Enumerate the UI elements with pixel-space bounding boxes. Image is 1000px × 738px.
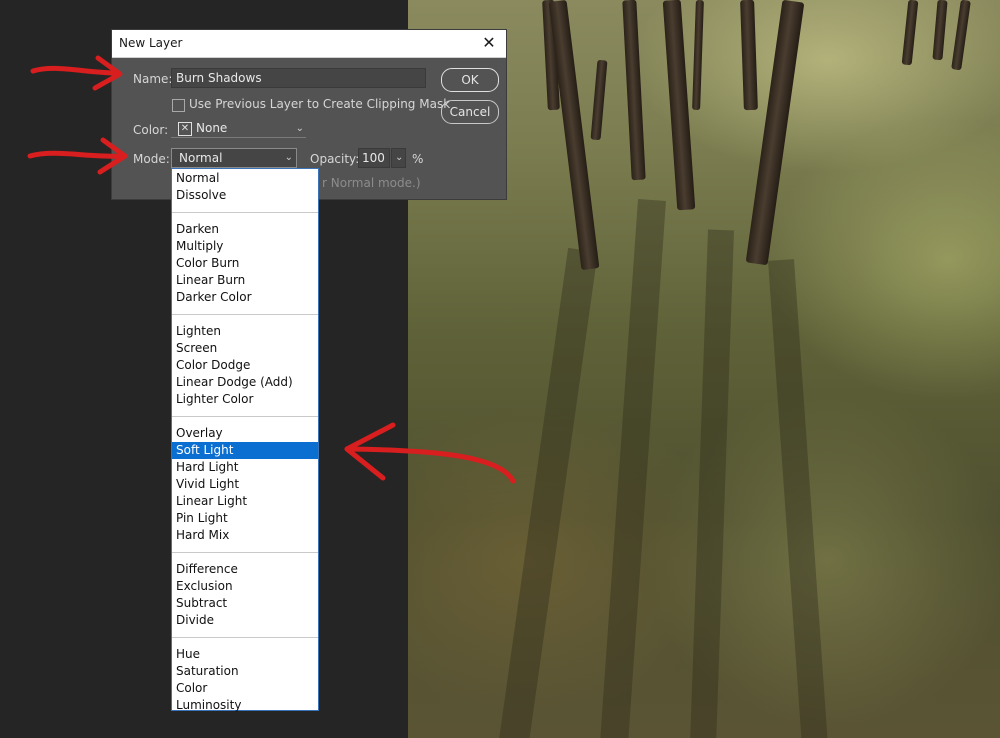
clipping-mask-checkbox[interactable] (172, 99, 185, 112)
tree-trunk (590, 59, 608, 141)
mode-option-exclusion[interactable]: Exclusion (172, 578, 318, 595)
tree-trunk (662, 0, 696, 211)
mode-option-soft-light[interactable]: Soft Light (172, 442, 318, 459)
mode-select[interactable]: Normal ⌄ (171, 148, 297, 168)
mode-option-hard-mix[interactable]: Hard Mix (172, 527, 318, 544)
tree-trunk (740, 0, 758, 111)
mode-option-hue[interactable]: Hue (172, 646, 318, 663)
mode-option-luminosity[interactable]: Luminosity (172, 697, 318, 714)
chevron-down-icon: ⌄ (295, 123, 304, 134)
mode-option-normal[interactable]: Normal (172, 170, 318, 187)
mode-option-overlay[interactable]: Overlay (172, 425, 318, 442)
mode-separator (172, 637, 318, 638)
close-icon[interactable]: ✕ (480, 34, 498, 52)
mode-option-hard-light[interactable]: Hard Light (172, 459, 318, 476)
mode-separator (172, 552, 318, 553)
color-select-value: None (196, 121, 228, 135)
mode-separator (172, 212, 318, 213)
mode-option-saturation[interactable]: Saturation (172, 663, 318, 680)
opacity-unit: % (412, 152, 424, 166)
clipping-mask-label: Use Previous Layer to Create Clipping Ma… (189, 97, 451, 111)
mode-dropdown-list: Normal Dissolve Darken Multiply Color Burn Li… (171, 168, 319, 714)
dialog-title: New Layer (119, 36, 183, 50)
mode-select-value: Normal (179, 151, 223, 165)
tree-trunk (951, 0, 971, 71)
ok-button[interactable]: OK (441, 68, 499, 92)
mode-separator (172, 416, 318, 417)
tree-shadow (498, 247, 598, 738)
mode-option-lighter-color[interactable]: Lighter Color (172, 391, 318, 408)
mode-option-color-burn[interactable]: Color Burn (172, 255, 318, 272)
mode-option-color[interactable]: Color (172, 680, 318, 697)
hint-text: r Normal mode.) (322, 176, 421, 190)
arrow-to-mode (27, 150, 127, 159)
mode-option-darker-color[interactable]: Darker Color (172, 289, 318, 306)
chevron-down-icon: ⌄ (284, 152, 293, 163)
color-select[interactable]: ✕ None ⌄ (171, 120, 306, 138)
mode-option-linear-light[interactable]: Linear Light (172, 493, 318, 510)
tree-trunk (622, 0, 646, 181)
tree-shadow (768, 259, 828, 738)
tree-trunk (692, 0, 704, 111)
mode-option-linear-dodge-add[interactable]: Linear Dodge (Add) (172, 374, 318, 391)
mode-label: Mode: (133, 152, 170, 166)
mode-option-darken[interactable]: Darken (172, 221, 318, 238)
mode-option-color-dodge[interactable]: Color Dodge (172, 357, 318, 374)
color-label: Color: (133, 123, 169, 137)
dialog-titlebar: New Layer ✕ (112, 30, 506, 58)
tree-trunk (901, 0, 919, 66)
mode-option-difference[interactable]: Difference (172, 561, 318, 578)
tree-trunk (932, 0, 948, 61)
tree-shadow (600, 199, 666, 738)
mode-option-pin-light[interactable]: Pin Light (172, 510, 318, 527)
opacity-input[interactable]: 100 (358, 148, 390, 168)
color-none-icon: ✕ (178, 122, 192, 136)
mode-option-linear-burn[interactable]: Linear Burn (172, 272, 318, 289)
name-label: Name: (133, 72, 173, 86)
mode-option-dissolve[interactable]: Dissolve (172, 187, 318, 204)
mode-option-lighten[interactable]: Lighten (172, 323, 318, 340)
mode-option-vivid-light[interactable]: Vivid Light (172, 476, 318, 493)
opacity-label: Opacity: (310, 152, 360, 166)
arrow-to-soft-light-head (344, 422, 396, 481)
mode-option-subtract[interactable]: Subtract (172, 595, 318, 612)
arrow-to-name (30, 65, 121, 76)
mode-option-divide[interactable]: Divide (172, 612, 318, 629)
layer-name-input[interactable]: Burn Shadows (171, 68, 426, 88)
tree-shadow (689, 229, 734, 738)
mode-separator (172, 314, 318, 315)
mode-option-multiply[interactable]: Multiply (172, 238, 318, 255)
mode-option-screen[interactable]: Screen (172, 340, 318, 357)
opacity-dropdown[interactable]: ⌄ (391, 148, 406, 168)
chevron-down-icon: ⌄ (395, 152, 404, 163)
